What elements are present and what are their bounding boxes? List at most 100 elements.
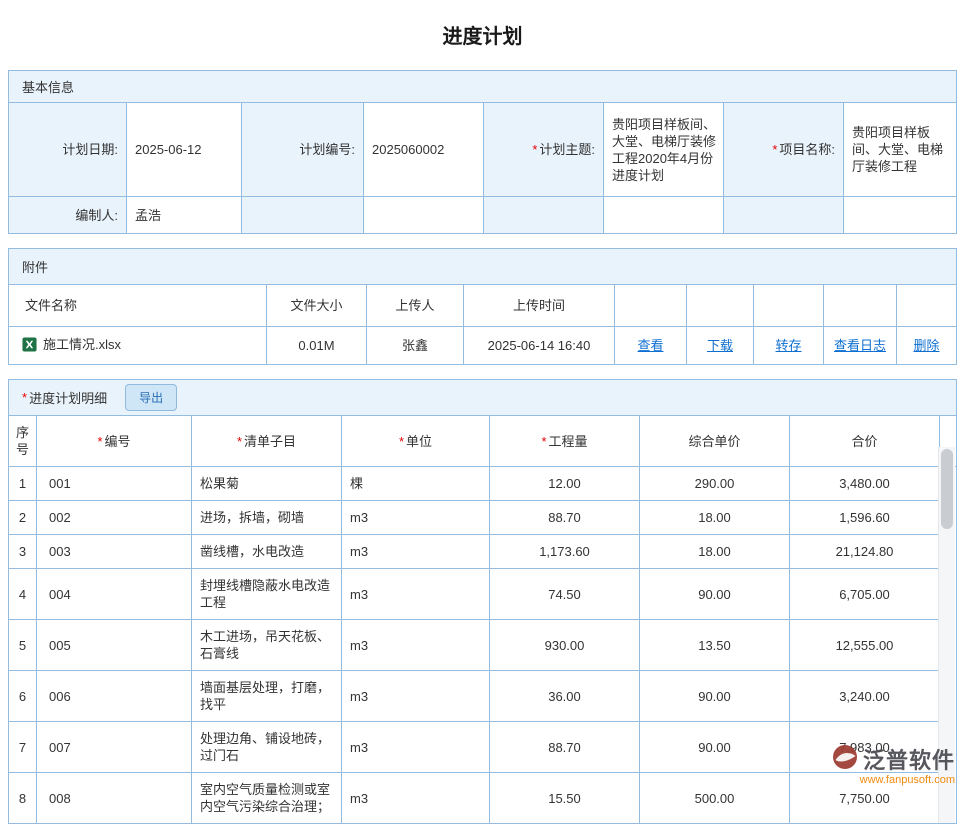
- required-mark: *: [772, 142, 777, 157]
- detail-index-cell: 2: [9, 501, 37, 535]
- detail-code-cell: 002: [37, 501, 192, 535]
- export-button[interactable]: 导出: [125, 384, 177, 411]
- attachment-table-body: 施工情况.xlsx0.01M张鑫2025-06-14 16:40查看下载转存查看…: [9, 327, 957, 365]
- detail-row: 3003凿线槽，水电改造m31,173.6018.0021,124.80: [9, 535, 958, 569]
- plan-date-label: 计划日期:: [9, 103, 127, 197]
- required-mark: *: [97, 434, 102, 449]
- detail-index-cell: 6: [9, 671, 37, 722]
- detail-quantity-cell: 1,173.60: [490, 535, 640, 569]
- file-name-cell: 施工情况.xlsx: [9, 327, 267, 365]
- attachments-section-title: 附件: [22, 257, 48, 276]
- project-name-value: 贵阳项目样板间、大堂、电梯厅装修工程: [844, 103, 957, 197]
- detail-table-header-row: 序号*编号*清单子目*单位*工程量综合单价合价: [9, 416, 958, 467]
- attachment-action-header: [615, 285, 687, 327]
- detail-item-cell: 进场，拆墙，砌墙: [192, 501, 342, 535]
- transfer-link[interactable]: 转存: [775, 338, 801, 353]
- detail-unit-price-cell: 500.00: [640, 773, 790, 824]
- attachment-column-header: 文件名称: [9, 285, 267, 327]
- attachment-action-header: [897, 285, 957, 327]
- basic-info-row-2: 编制人: 孟浩: [9, 197, 957, 234]
- basic-info-section-header: 基本信息: [9, 71, 956, 103]
- detail-quantity-cell: 74.50: [490, 569, 640, 620]
- detail-item-cell: 室内空气质量检测或室内空气污染综合治理；: [192, 773, 342, 824]
- view-log-link[interactable]: 查看日志: [834, 338, 886, 353]
- detail-unit-price-cell: 90.00: [640, 671, 790, 722]
- attachment-table: 文件名称文件大小上传人上传时间 施工情况.xlsx0.01M张鑫2025-06-…: [8, 284, 957, 365]
- detail-column-header: 合价: [790, 416, 940, 467]
- vendor-brand-name: 泛普软件: [863, 743, 955, 775]
- detail-item-cell: 凿线槽，水电改造: [192, 535, 342, 569]
- detail-unit-cell: m3: [342, 501, 490, 535]
- detail-unit-cell: m3: [342, 569, 490, 620]
- detail-row: 2002进场，拆墙，砌墙m388.7018.001,596.60: [9, 501, 958, 535]
- compiler-label-text: 编制人:: [75, 208, 118, 223]
- action-cell: 下载: [687, 327, 754, 365]
- detail-code-cell: 008: [37, 773, 192, 824]
- detail-code-cell: 001: [37, 467, 192, 501]
- detail-section-header: * 进度计划明细 导出: [9, 380, 956, 416]
- upload-time-cell: 2025-06-14 16:40: [464, 327, 615, 365]
- required-mark: *: [532, 142, 537, 157]
- plan-no-label-text: 计划编号:: [299, 142, 355, 157]
- detail-item-cell: 木工进场，吊天花板、石膏线: [192, 620, 342, 671]
- detail-index-cell: 3: [9, 535, 37, 569]
- detail-index-cell: 5: [9, 620, 37, 671]
- attachment-column-header: 上传时间: [464, 285, 615, 327]
- plan-subject-label: *计划主题:: [484, 103, 604, 197]
- detail-unit-price-cell: 18.00: [640, 535, 790, 569]
- detail-unit-price-cell: 90.00: [640, 569, 790, 620]
- detail-column-header: *编号: [37, 416, 192, 467]
- delete-link[interactable]: 删除: [913, 338, 939, 353]
- required-mark: *: [22, 390, 27, 405]
- detail-unit-cell: m3: [342, 773, 490, 824]
- view-link[interactable]: 查看: [637, 338, 663, 353]
- detail-column-header: *单位: [342, 416, 490, 467]
- detail-column-header: *工程量: [490, 416, 640, 467]
- required-mark: *: [237, 434, 242, 449]
- detail-row: 6006墙面基层处理，打磨，找平m336.0090.003,240.00: [9, 671, 958, 722]
- empty-value-cell: [364, 197, 484, 234]
- detail-unit-price-cell: 18.00: [640, 501, 790, 535]
- fanpu-logo-icon: [832, 744, 858, 775]
- empty-value-cell: [844, 197, 957, 234]
- plan-date-label-text: 计划日期:: [62, 142, 118, 157]
- scrollbar-thumb[interactable]: [941, 449, 953, 529]
- detail-index-cell: 8: [9, 773, 37, 824]
- detail-quantity-cell: 12.00: [490, 467, 640, 501]
- detail-quantity-cell: 15.50: [490, 773, 640, 824]
- detail-unit-price-cell: 13.50: [640, 620, 790, 671]
- attachments-section: 附件 文件名称文件大小上传人上传时间 施工情况.xlsx0.01M张鑫2025-…: [8, 248, 957, 365]
- detail-quantity-cell: 88.70: [490, 501, 640, 535]
- basic-info-section-title: 基本信息: [22, 77, 74, 96]
- plan-date-value: 2025-06-12: [127, 103, 242, 197]
- detail-code-cell: 006: [37, 671, 192, 722]
- compiler-label: 编制人:: [9, 197, 127, 234]
- project-name-label: *项目名称:: [724, 103, 844, 197]
- detail-index-cell: 7: [9, 722, 37, 773]
- detail-unit-cell: m3: [342, 722, 490, 773]
- detail-item-cell: 墙面基层处理，打磨，找平: [192, 671, 342, 722]
- plan-subject-label-text: 计划主题:: [539, 142, 595, 157]
- attachment-row: 施工情况.xlsx0.01M张鑫2025-06-14 16:40查看下载转存查看…: [9, 327, 957, 365]
- detail-column-header: 序号: [9, 416, 37, 467]
- detail-unit-cell: m3: [342, 620, 490, 671]
- vendor-url: www.fanpusoft.com: [832, 774, 955, 786]
- empty-label-cell: [242, 197, 364, 234]
- attachment-table-header-row: 文件名称文件大小上传人上传时间: [9, 285, 957, 327]
- attachment-column-header: 文件大小: [267, 285, 367, 327]
- empty-label-cell: [484, 197, 604, 234]
- detail-quantity-cell: 930.00: [490, 620, 640, 671]
- action-cell: 查看: [615, 327, 687, 365]
- download-link[interactable]: 下载: [707, 338, 733, 353]
- detail-row: 4004封埋线槽隐蔽水电改造工程m374.5090.006,705.00: [9, 569, 958, 620]
- detail-unit-cell: m3: [342, 671, 490, 722]
- vendor-watermark-row: 泛普软件: [832, 743, 955, 775]
- empty-value-cell: [604, 197, 724, 234]
- file-name-text: 施工情况.xlsx: [43, 337, 121, 352]
- empty-label-cell: [724, 197, 844, 234]
- detail-quantity-cell: 88.70: [490, 722, 640, 773]
- detail-item-cell: 封埋线槽隐蔽水电改造工程: [192, 569, 342, 620]
- plan-no-label: 计划编号:: [242, 103, 364, 197]
- required-mark: *: [541, 434, 546, 449]
- detail-item-cell: 松果菊: [192, 467, 342, 501]
